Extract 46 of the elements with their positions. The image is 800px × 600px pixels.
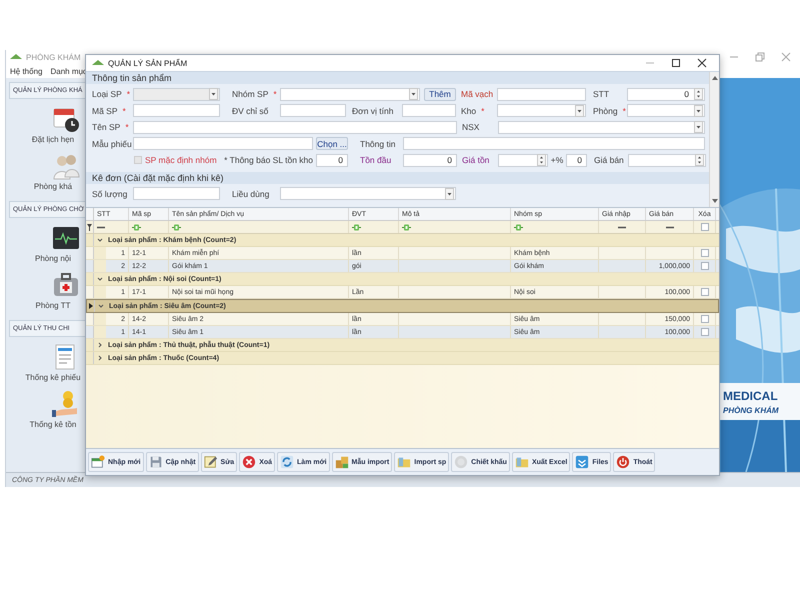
field-label: Mã SP: [92, 106, 118, 116]
window-title: PHÒNG KHÁM: [26, 52, 81, 62]
banner-subtitle: PHÒNG KHÁM: [723, 406, 779, 414]
field-label: Đơn vị tính: [352, 106, 394, 116]
sidebar-item[interactable]: Phòng TT: [36, 301, 70, 310]
dialog-title: QUẢN LÝ SẢN PHẨM: [108, 58, 188, 68]
field-label: Kho: [461, 106, 476, 116]
banner-title: MEDICAL: [723, 388, 778, 402]
input-field[interactable]: 0: [403, 154, 457, 167]
required-mark: *: [273, 89, 277, 100]
field-label: Thông tin: [360, 138, 396, 149]
sidebar-item[interactable]: Phòng khá: [34, 182, 72, 191]
sidebar-item[interactable]: Đặt lịch hẹn: [32, 135, 74, 144]
field-label: Giá bán: [594, 155, 624, 166]
input-field[interactable]: 0: [316, 154, 348, 167]
required-mark: *: [125, 122, 129, 132]
required-mark: *: [126, 89, 130, 100]
spin-field[interactable]: 0: [627, 88, 705, 101]
required-mark: *: [481, 106, 484, 116]
field-label: Phòng: [593, 106, 618, 116]
checkbox-label: SP mặc định nhóm: [145, 155, 217, 166]
field-label: NSX: [462, 122, 480, 132]
field-label: Mã vạch: [461, 89, 494, 100]
field-label: Mẫu phiếu: [92, 138, 132, 149]
group-title: Thông tin sản phẩm: [86, 72, 709, 84]
add-button[interactable]: Thêm: [424, 88, 456, 101]
field-label: Tên SP: [92, 122, 120, 132]
required-mark: *: [122, 106, 126, 116]
required-mark: *: [622, 106, 626, 116]
field-label: Nhóm SP: [232, 89, 268, 100]
sidebar-item[interactable]: Thống kê tồn: [30, 420, 76, 429]
field-label: Số lượng: [92, 188, 128, 199]
group-title: Kê đơn (Cài đặt mặc định khi kê): [86, 172, 709, 184]
input-field[interactable]: 0: [566, 154, 587, 167]
field-label: ĐV chỉ số: [232, 106, 268, 116]
field-label: Tồn đầu: [360, 155, 392, 166]
field-label: Giá tồn: [462, 155, 490, 166]
choose-button[interactable]: Chọn ...: [316, 137, 348, 150]
field-label: STT: [593, 89, 610, 100]
field-label: Loại SP: [92, 89, 122, 100]
menu-item[interactable]: Hệ thống: [10, 66, 42, 76]
sidebar-item[interactable]: Thống kê phiếu: [25, 373, 81, 382]
sidebar-item[interactable]: Phòng nội: [34, 254, 72, 263]
field-label: * Thông báo SL tồn kho: [224, 155, 313, 166]
field-label: Liều dùng: [232, 188, 270, 199]
field-label: +%: [550, 155, 564, 166]
